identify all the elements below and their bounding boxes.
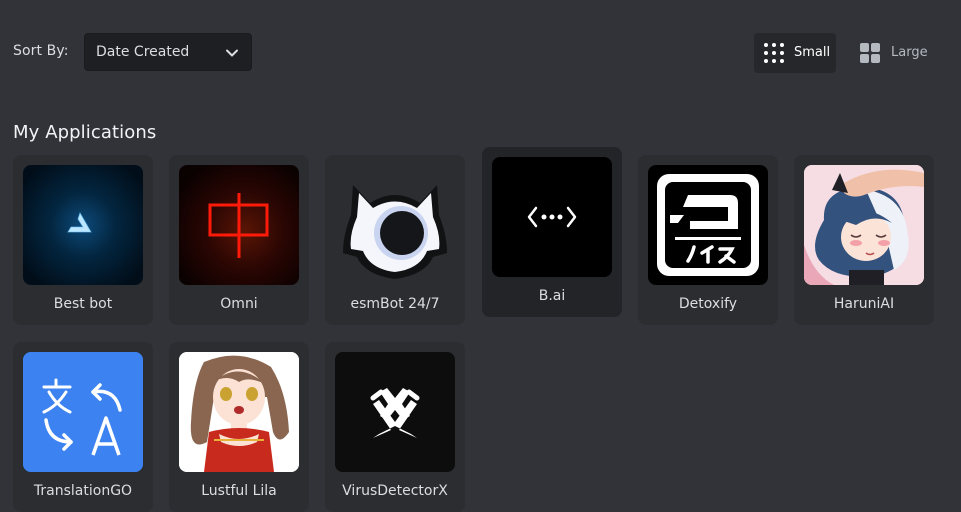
red-chinese-character-icon <box>179 165 299 285</box>
app-card-virusdetectorx[interactable]: VirusDetectorX <box>325 342 465 512</box>
app-card-translationgo[interactable]: TranslationGO <box>13 342 153 512</box>
app-card-omni[interactable]: Omni <box>169 155 309 325</box>
app-name: Lustful Lila <box>201 483 277 499</box>
chevron-down-icon <box>226 49 238 57</box>
app-name: HaruniAI <box>833 296 895 312</box>
detoxify-noise-logo-icon <box>648 165 768 285</box>
view-large-label: Large <box>891 45 928 60</box>
app-name: esmBot 24/7 <box>350 296 440 312</box>
grid-squares-icon <box>860 43 880 63</box>
anime-girl-avatar-icon <box>179 352 299 472</box>
app-card-best-bot[interactable]: Best bot <box>13 155 153 325</box>
grid-dots-icon <box>764 43 784 63</box>
translate-icon <box>23 352 143 472</box>
app-name: TranslationGO <box>33 483 133 499</box>
triangle-logo-icon <box>23 165 143 285</box>
app-card-lustful-lila[interactable]: Lustful Lila <box>169 342 309 512</box>
x-logo-icon <box>335 352 455 472</box>
app-name: Omni <box>220 296 258 312</box>
esmbot-mascot-icon <box>335 165 455 285</box>
code-dots-icon <box>492 157 612 277</box>
view-small-label: Small <box>794 45 831 60</box>
app-card-haruniai[interactable]: HaruniAI <box>794 155 934 325</box>
sort-by-value: Date Created <box>96 44 190 60</box>
app-card-esmbot[interactable]: esmBot 24/7 <box>325 155 465 325</box>
app-name: Detoxify <box>678 296 738 312</box>
toolbar: Sort By: Date Created Small Large <box>0 0 961 106</box>
section-heading: My Applications <box>13 121 157 143</box>
app-name: B.ai <box>538 288 566 304</box>
anime-girl-avatar-icon <box>804 165 924 285</box>
sort-by-label: Sort By: <box>13 43 69 59</box>
app-name: VirusDetectorX <box>342 483 448 499</box>
app-card-detoxify[interactable]: Detoxify <box>638 155 778 325</box>
view-large-button[interactable]: Large <box>850 33 936 73</box>
app-card-b-ai[interactable]: B.ai <box>482 147 622 317</box>
sort-by-dropdown[interactable]: Date Created <box>84 33 252 71</box>
view-small-button[interactable]: Small <box>754 33 836 73</box>
app-name: Best bot <box>53 296 113 312</box>
